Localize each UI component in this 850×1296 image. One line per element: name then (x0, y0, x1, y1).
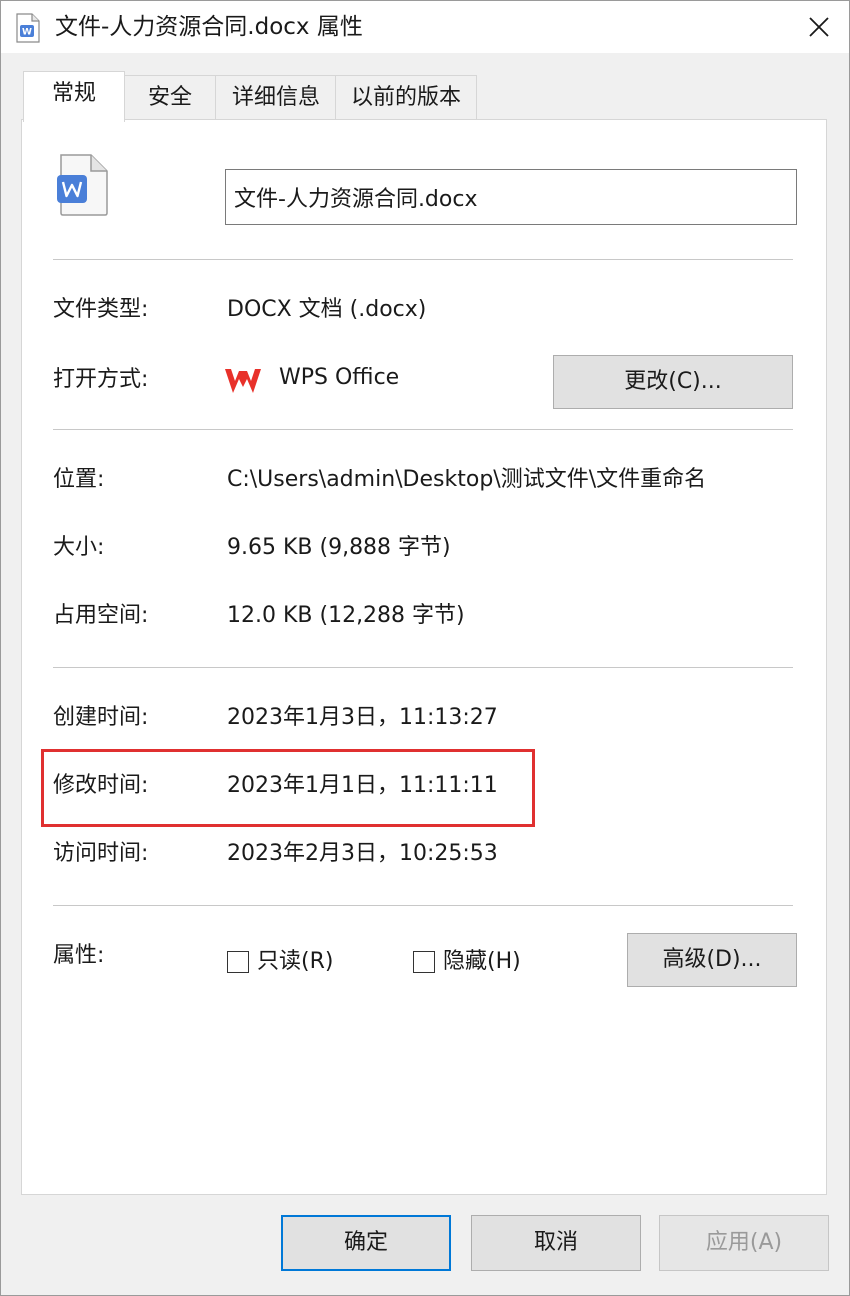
readonly-label[interactable]: 只读(R) (257, 947, 333, 977)
divider (53, 905, 793, 906)
attributes-label: 属性: (53, 943, 105, 968)
location-label: 位置: (53, 467, 105, 492)
title-bar: W 文件-人力资源合同.docx 属性 (1, 1, 849, 53)
word-doc-large-icon (57, 154, 108, 216)
tab-security[interactable]: 安全 (123, 75, 217, 120)
divider (53, 429, 793, 430)
tab-details[interactable]: 详细信息 (215, 75, 337, 120)
file-name-input[interactable] (225, 169, 797, 225)
divider (53, 667, 793, 668)
open-with-app: WPS Office (279, 365, 400, 390)
created-value: 2023年1月3日，11:13:27 (227, 705, 498, 730)
svg-text:W: W (22, 28, 32, 38)
divider (53, 259, 793, 260)
open-with-label: 打开方式: (53, 367, 149, 392)
file-type-value: DOCX 文档 (.docx) (227, 297, 427, 322)
change-button[interactable]: 更改(C)... (553, 355, 793, 409)
size-on-disk-value: 12.0 KB (12,288 字节) (227, 603, 465, 628)
accessed-value: 2023年2月3日，10:25:53 (227, 841, 498, 866)
close-button[interactable] (789, 1, 849, 53)
modified-label: 修改时间: (53, 773, 149, 798)
cancel-button[interactable]: 取消 (471, 1215, 641, 1271)
apply-button[interactable]: 应用(A) (659, 1215, 829, 1271)
general-tab-panel (21, 119, 827, 1195)
hidden-checkbox[interactable] (413, 951, 435, 973)
modified-value: 2023年1月1日，11:11:11 (227, 773, 498, 798)
word-doc-icon: W (16, 13, 40, 43)
tab-previous-versions[interactable]: 以前的版本 (335, 75, 477, 120)
close-icon (809, 17, 829, 37)
accessed-label: 访问时间: (53, 841, 149, 866)
hidden-label[interactable]: 隐藏(H) (443, 947, 521, 977)
tab-general[interactable]: 常规 (23, 71, 125, 122)
size-value: 9.65 KB (9,888 字节) (227, 535, 451, 560)
window-title: 文件-人力资源合同.docx 属性 (55, 14, 363, 40)
properties-dialog: W 文件-人力资源合同.docx 属性 常规 安全 详细信息 以前的版本 文件类… (0, 0, 850, 1296)
created-label: 创建时间: (53, 705, 149, 730)
advanced-button[interactable]: 高级(D)... (627, 933, 797, 987)
location-value: C:\Users\admin\Desktop\测试文件\文件重命名 (227, 467, 707, 492)
size-label: 大小: (53, 535, 105, 560)
readonly-checkbox[interactable] (227, 951, 249, 973)
file-type-label: 文件类型: (53, 297, 149, 322)
ok-button[interactable]: 确定 (281, 1215, 451, 1271)
wps-logo-icon (225, 369, 261, 393)
size-on-disk-label: 占用空间: (53, 603, 149, 628)
